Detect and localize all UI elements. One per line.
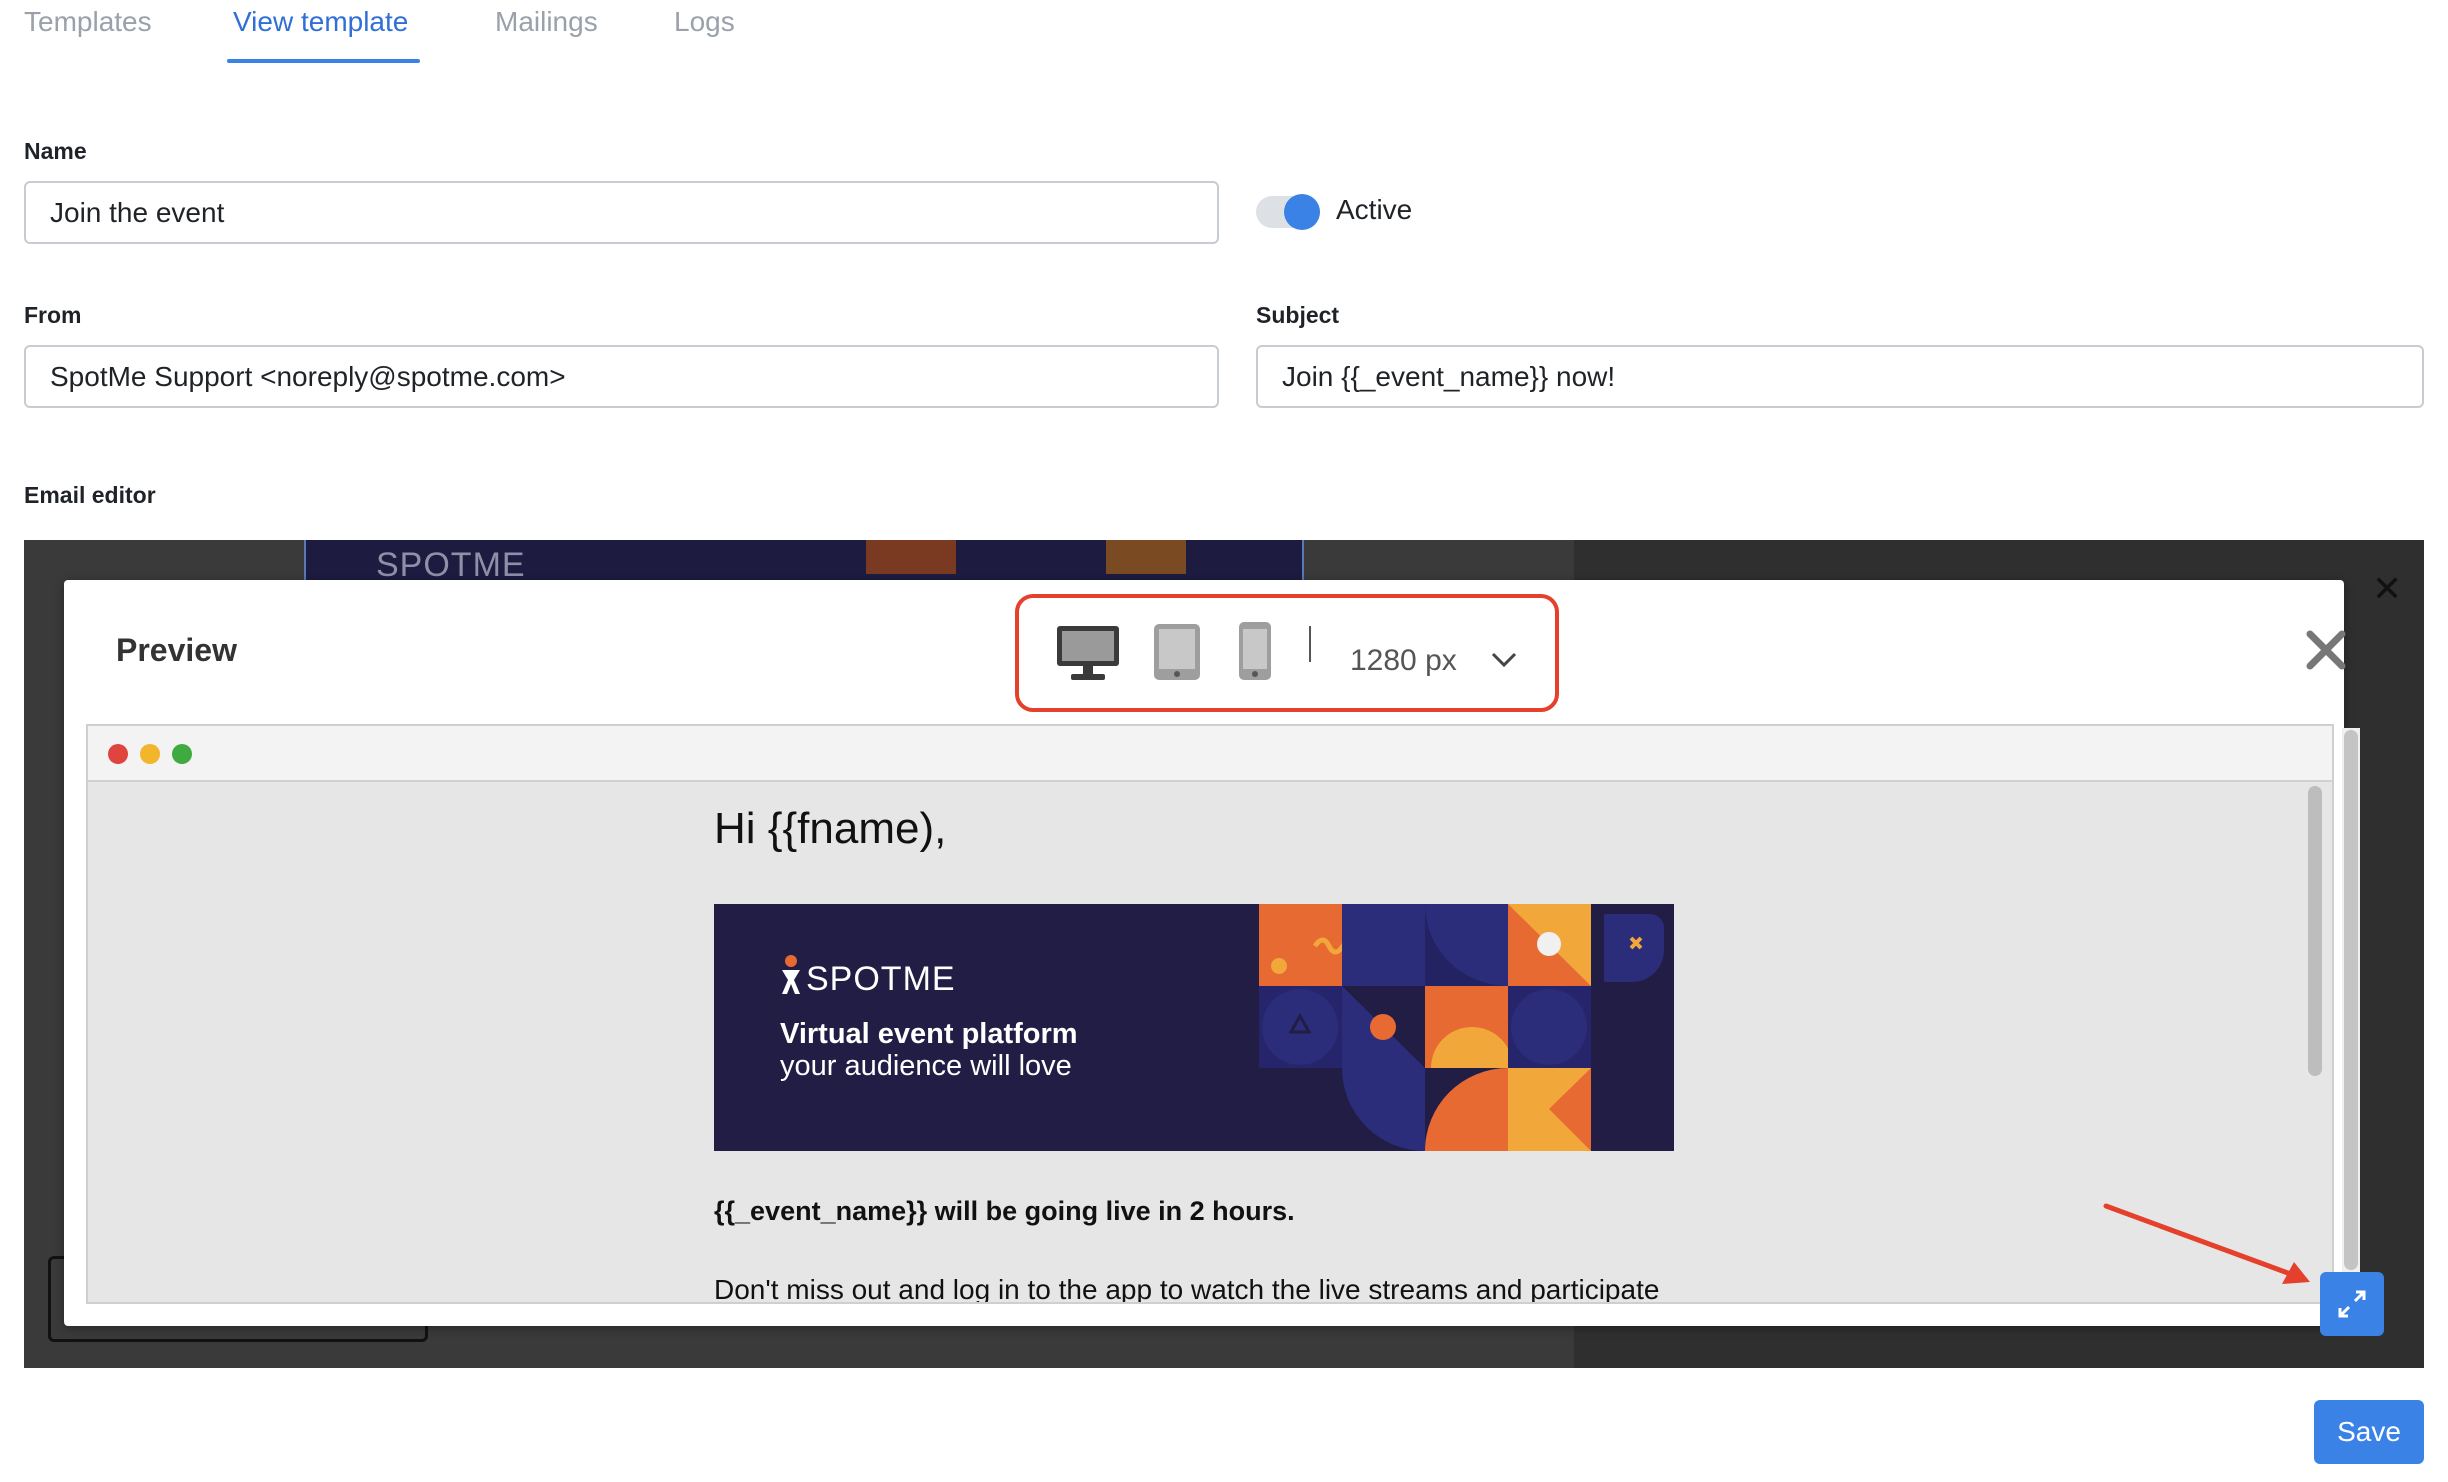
desktop-icon[interactable]: [1055, 624, 1121, 684]
editor-close-icon[interactable]: ✕: [2372, 568, 2402, 610]
hero-headline: Virtual event platform: [780, 1018, 1078, 1050]
annotation-arrow-icon: [2103, 1203, 2310, 1284]
editor-banner-shape: [1106, 540, 1186, 574]
window-maximize-dot: [172, 744, 192, 764]
chevron-down-icon[interactable]: [1490, 650, 1518, 670]
name-label: Name: [24, 138, 87, 164]
modal-scrollbar-thumb[interactable]: [2344, 730, 2358, 1270]
tab-logs[interactable]: Logs: [674, 6, 735, 38]
close-icon[interactable]: [2302, 626, 2350, 674]
tab-templates[interactable]: Templates: [24, 6, 152, 38]
active-toggle[interactable]: [1256, 194, 1320, 230]
editor-banner-preview: SPOTME: [304, 540, 1304, 584]
hero-logo-text: SPOTME: [806, 960, 956, 998]
mobile-icon[interactable]: [1237, 620, 1273, 682]
expand-fullscreen-button[interactable]: [2320, 1272, 2384, 1336]
active-tab-indicator: [227, 59, 420, 63]
tablet-icon[interactable]: [1152, 622, 1202, 682]
save-button[interactable]: Save: [2314, 1400, 2424, 1464]
window-minimize-dot: [140, 744, 160, 764]
browser-titlebar: [88, 726, 2332, 782]
device-separator: [1309, 626, 1311, 662]
tab-view-template[interactable]: View template: [233, 6, 408, 38]
tab-bar: Templates View template Mailings Logs: [0, 0, 900, 66]
hero-mosaic-graphic: [1259, 904, 1674, 1151]
browser-preview-frame: Hi {{fname), SPOTME Virtual event platfo…: [86, 724, 2334, 1304]
toggle-knob: [1284, 194, 1320, 230]
subject-label: Subject: [1256, 302, 1340, 328]
expand-icon: [2338, 1290, 2366, 1318]
email-hero-banner: SPOTME Virtual event platform your audie…: [714, 904, 1674, 1151]
from-input[interactable]: SpotMe Support <noreply@spotme.com>: [24, 345, 1219, 408]
subject-input[interactable]: Join {{_event_name}} now!: [1256, 345, 2424, 408]
spotme-logo-icon: [782, 955, 800, 994]
preview-width: 1280 px: [1350, 644, 1457, 677]
preview-scrollbar[interactable]: [2308, 786, 2322, 1076]
tab-mailings[interactable]: Mailings: [495, 6, 598, 38]
from-label: From: [24, 302, 82, 328]
email-editor-label: Email editor: [24, 482, 156, 508]
editor-banner-shape: [866, 540, 956, 574]
preview-title: Preview: [116, 632, 237, 668]
name-input[interactable]: Join the event: [24, 181, 1219, 244]
active-label: Active: [1336, 194, 1413, 225]
hero-subheadline: your audience will love: [780, 1050, 1072, 1082]
email-bold-line: {{_event_name}} will be going live in 2 …: [714, 1196, 1295, 1226]
window-close-dot: [108, 744, 128, 764]
device-selector: [1015, 594, 1559, 712]
email-greeting: Hi {{fname),: [714, 804, 947, 853]
email-body-line: Don't miss out and log in to the app to …: [714, 1274, 1660, 1304]
